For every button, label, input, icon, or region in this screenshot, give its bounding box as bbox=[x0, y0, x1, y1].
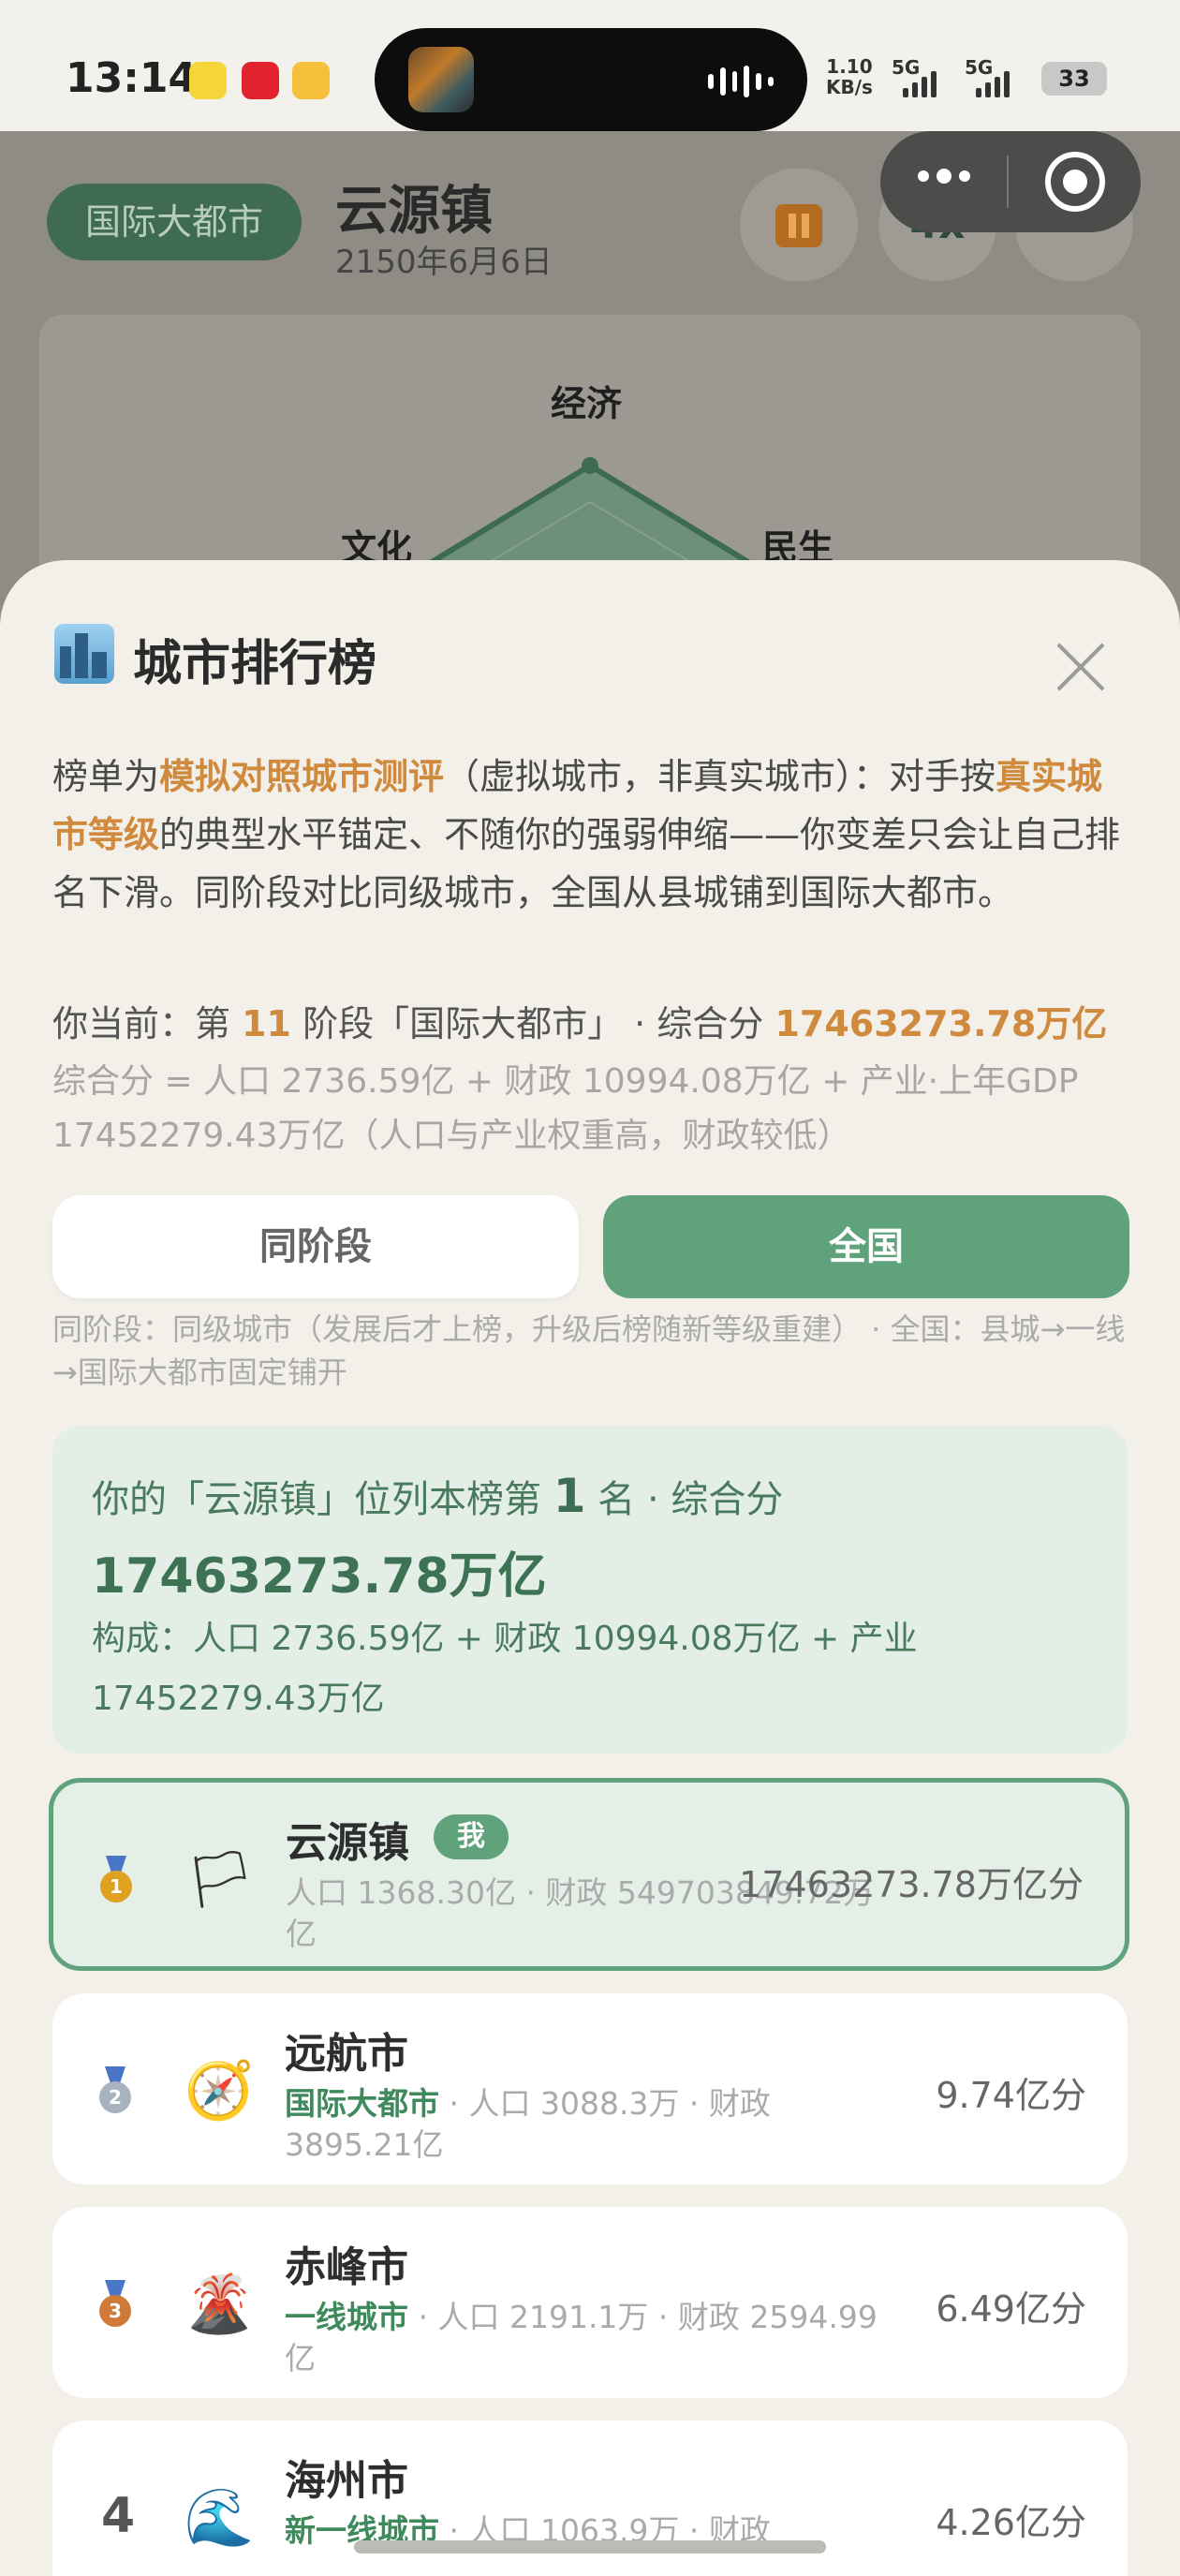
game-date: 2150年6月6日 bbox=[335, 244, 553, 281]
signal-icon-1 bbox=[903, 69, 937, 97]
home-indicator[interactable] bbox=[354, 2540, 826, 2554]
rank-number: 4 bbox=[101, 2488, 136, 2544]
rank-row[interactable]: 3 🌋 赤峰市 一线城市 · 人口 2191.1万 · 财政 2594.99亿 … bbox=[52, 2207, 1128, 2398]
app-icon-green bbox=[189, 62, 227, 99]
summary-prefix: 你的「云源镇」位列本榜第 bbox=[92, 1478, 541, 1521]
intro-highlight-1: 模拟对照城市测评 bbox=[159, 756, 445, 797]
pause-icon bbox=[775, 204, 822, 247]
current-status: 你当前：第 11 阶段「国际大都市」 · 综合分 17463273.78万亿 bbox=[52, 995, 1107, 1046]
rank-tier: 一线城市 bbox=[285, 2299, 408, 2335]
current-score: 17463273.78万亿 bbox=[774, 1003, 1108, 1044]
compass-icon: 🧭 bbox=[184, 2058, 255, 2124]
music-artwork-icon bbox=[408, 47, 474, 112]
intro-text-1: 榜单为 bbox=[52, 756, 160, 797]
tab-note: 同阶段：同级城市（发展后才上榜，升级后榜随新等级重建） · 全国：县城→一线→国… bbox=[52, 1311, 1126, 1390]
volcano-icon: 🌋 bbox=[184, 2272, 255, 2337]
rank-score: 4.26亿分 bbox=[936, 2502, 1086, 2543]
intro-text-2: （虚拟城市，非真实城市）：对手按 bbox=[444, 756, 996, 797]
pause-button[interactable] bbox=[740, 169, 858, 281]
signal-icon-2 bbox=[976, 69, 1010, 97]
current-prefix: 你当前：第 bbox=[52, 1003, 231, 1044]
network-speed: 1.10 KB/s bbox=[826, 56, 873, 97]
rank-city-name: 海州市 bbox=[285, 2457, 408, 2505]
cityscape-icon bbox=[54, 624, 114, 684]
summary-suffix: 名 · 综合分 bbox=[597, 1478, 784, 1521]
net-speed-value: 1.10 bbox=[826, 55, 873, 78]
more-icon[interactable] bbox=[918, 169, 970, 184]
flag-icon: 🏳 bbox=[184, 1847, 257, 1913]
tab-same-stage[interactable]: 同阶段 bbox=[52, 1195, 579, 1298]
gold-medal-icon: 1 bbox=[100, 1856, 132, 1902]
weibo-icon bbox=[292, 62, 330, 99]
rank-score: 9.74亿分 bbox=[936, 2075, 1086, 2116]
close-miniprogram-icon[interactable] bbox=[1045, 152, 1105, 212]
medal-number: 1 bbox=[100, 1871, 132, 1902]
score-formula: 综合分 = 人口 2736.59亿 + 财政 10994.08万亿 + 产业·上… bbox=[52, 1062, 1079, 1155]
rank-row[interactable]: 2 🧭 远航市 国际大都市 · 人口 3088.3万 · 财政 3895.21亿… bbox=[52, 1993, 1128, 2184]
summary-rank: 1 bbox=[553, 1469, 586, 1523]
city-name: 云源镇 bbox=[335, 181, 493, 242]
bronze-medal-icon: 3 bbox=[99, 2280, 131, 2327]
rank-score: 6.49亿分 bbox=[936, 2288, 1086, 2330]
rank-city-name: 赤峰市 bbox=[285, 2243, 408, 2291]
net-speed-unit: KB/s bbox=[826, 76, 873, 98]
capsule-divider bbox=[1007, 155, 1009, 208]
city-level-badge: 国际大都市 bbox=[47, 184, 302, 260]
rank-score: 17463273.78万亿分 bbox=[739, 1864, 1084, 1905]
miniprogram-capsule bbox=[880, 131, 1141, 232]
leaderboard-sheet: 城市排行榜 榜单为模拟对照城市测评（虚拟城市，非真实城市）：对手按真实城市等级的… bbox=[0, 560, 1180, 2576]
summary-composition: 构成：人口 2736.59亿 + 财政 10994.08万亿 + 产业 1745… bbox=[92, 1620, 918, 1718]
me-badge: 我 bbox=[434, 1814, 509, 1859]
tab-national[interactable]: 全国 bbox=[603, 1195, 1129, 1298]
status-bar: 13:14 1.10 KB/s 5G 5G 33 bbox=[0, 0, 1180, 131]
leaderboard-intro: 榜单为模拟对照城市测评（虚拟城市，非真实城市）：对手按真实城市等级的典型水平锚定… bbox=[52, 748, 1129, 922]
dynamic-island bbox=[375, 28, 807, 131]
summary-score: 17463273.78万亿 bbox=[92, 1548, 547, 1605]
audio-wave-icon bbox=[708, 66, 774, 97]
current-stage: 11 bbox=[242, 1003, 291, 1044]
clock: 13:14 bbox=[66, 54, 198, 102]
close-icon[interactable] bbox=[1053, 639, 1109, 695]
my-rank-summary: 你的「云源镇」位列本榜第 1 名 · 综合分 17463273.78万亿 构成：… bbox=[52, 1426, 1128, 1754]
medal-number: 3 bbox=[99, 2295, 131, 2327]
rank-detail: 一线城市 · 人口 2191.1万 · 财政 2594.99亿 bbox=[285, 2297, 884, 2379]
rank-city-name: 云源镇 bbox=[286, 1819, 409, 1867]
rank-tier: 国际大都市 bbox=[285, 2085, 439, 2122]
summary-rank-line: 你的「云源镇」位列本榜第 1 名 · 综合分 bbox=[92, 1469, 783, 1523]
current-middle: 阶段「国际大都市」 · 综合分 bbox=[302, 1003, 764, 1044]
sheet-title: 城市排行榜 bbox=[133, 636, 377, 692]
rank-detail: 国际大都市 · 人口 3088.3万 · 财政 3895.21亿 bbox=[285, 2083, 884, 2166]
rank-city-name: 远航市 bbox=[285, 2030, 408, 2078]
rank-row-me[interactable]: 1 🏳 云源镇 我 人口 1368.30亿 · 财政 549703849.72万… bbox=[49, 1778, 1129, 1971]
app-icon-red bbox=[242, 62, 279, 99]
wave-icon: 🌊 bbox=[184, 2485, 255, 2551]
battery-indicator: 33 bbox=[1041, 62, 1107, 96]
intro-text-3: 的典型水平锚定、不随你的强弱伸缩——你变差只会让自己排名下滑。同阶段对比同级城市… bbox=[52, 814, 1121, 913]
medal-number: 2 bbox=[99, 2081, 131, 2113]
silver-medal-icon: 2 bbox=[99, 2066, 131, 2113]
